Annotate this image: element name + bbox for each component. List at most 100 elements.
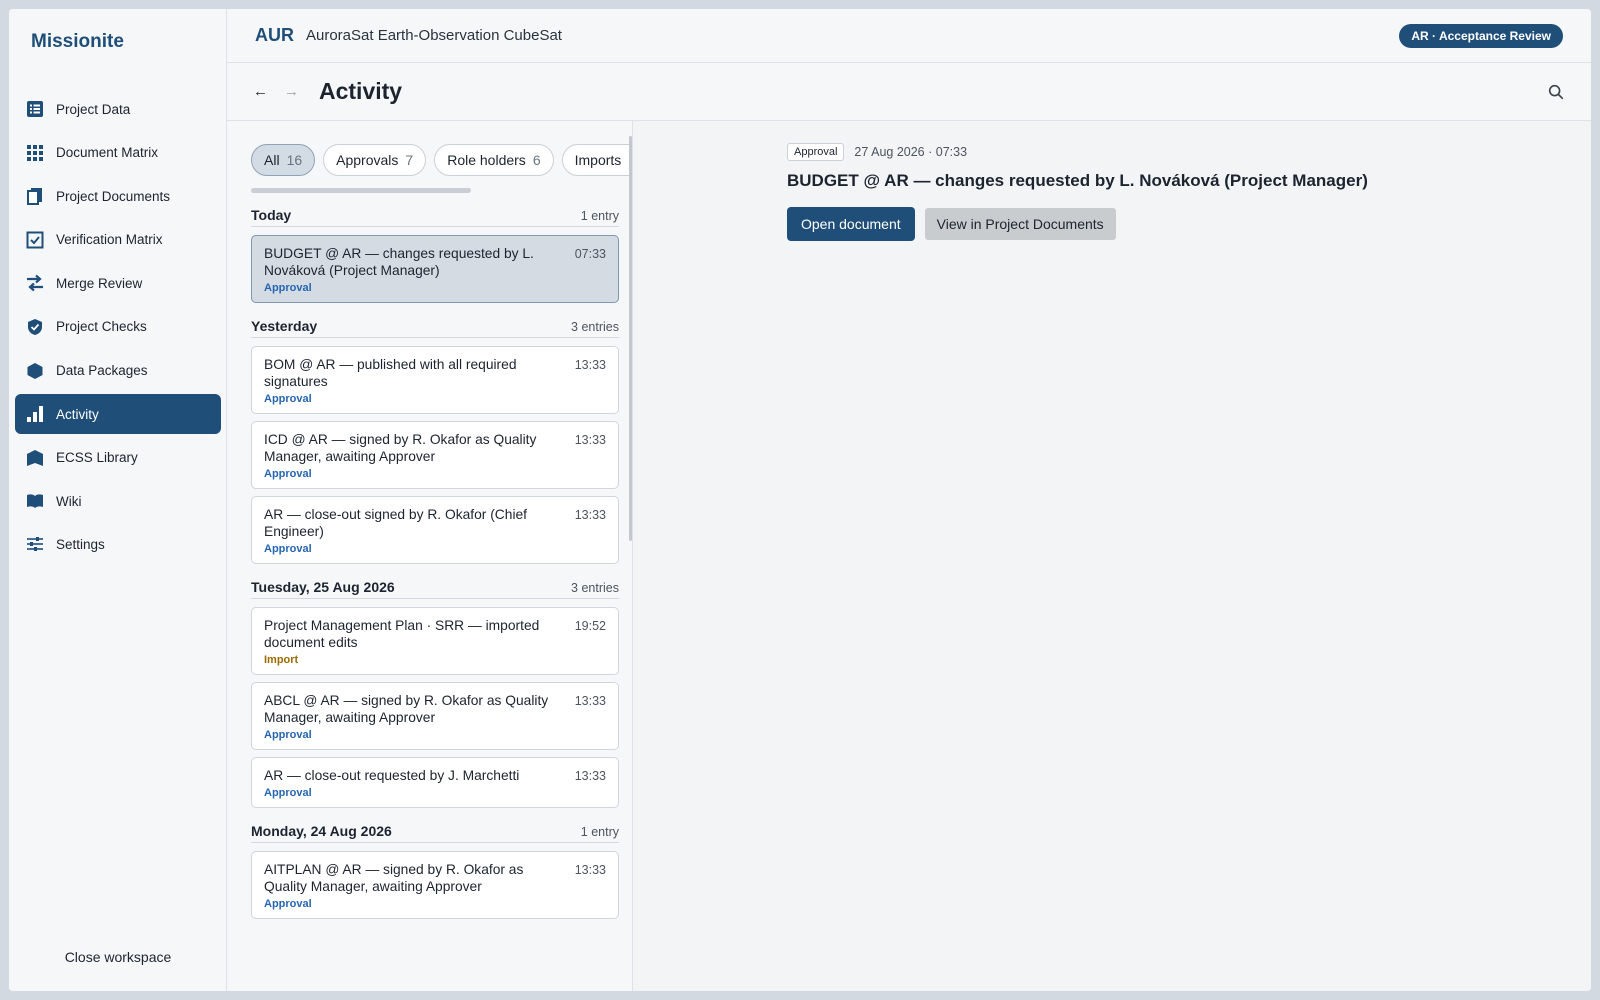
sidebar-item-ecss-library[interactable]: ECSS Library (15, 438, 221, 478)
entry-type-label: Approval (264, 543, 312, 555)
sidebar-item-label: Activity (56, 406, 99, 422)
checkbox-icon (25, 230, 45, 250)
sidebar-item-label: Project Data (56, 101, 131, 117)
filter-label: Imports (574, 152, 622, 168)
activity-entry[interactable]: Project Management Plan · SRR — imported… (251, 607, 619, 675)
group-title: Today (251, 207, 292, 223)
group-count: 1 entry (580, 209, 619, 223)
sidebar-item-verification-matrix[interactable]: Verification Matrix (15, 220, 221, 260)
activity-list-pane: All 16 Approvals 7 Role holders 6 Imports1 Tod… (227, 121, 633, 991)
sidebar-item-label: Data Packages (56, 363, 148, 379)
activity-entry[interactable]: ABCL @ AR — signed by R. Okafor as Quali… (251, 682, 619, 750)
brand-logo[interactable]: Missionite (31, 31, 124, 53)
sidebar-item-label: Document Matrix (56, 145, 159, 161)
sidebar-nav: Project Data Document Matrix Project Docum… (15, 89, 221, 569)
entry-type-label: Approval (264, 787, 312, 799)
activity-groups: Today 1 entry BUDGET @ AR — changes reques… (251, 205, 619, 932)
activity-group: Tuesday, 25 Aug 2026 3 entries Project Man… (251, 577, 619, 808)
sidebar-item-settings[interactable]: Settings (15, 525, 221, 565)
detail-type-tag: Approval (787, 143, 845, 161)
sidebar-item-project-documents[interactable]: Project Documents (15, 176, 221, 216)
activity-entry[interactable]: AR — close-out requested by J. Marchetti… (251, 757, 619, 808)
entry-time: 13:33 (574, 358, 606, 372)
entry-time: 13:33 (574, 863, 606, 877)
forward-button[interactable]: → (284, 83, 299, 100)
activity-entry[interactable]: BUDGET @ AR — changes requested by L. No… (251, 235, 619, 303)
entry-time: 13:33 (574, 694, 606, 708)
filter-label: Approvals (336, 152, 399, 168)
phase-badge[interactable]: AR · Acceptance Review (1399, 23, 1563, 48)
entry-time: 19:52 (574, 619, 606, 633)
activity-entry[interactable]: AITPLAN @ AR — signed by R. Okafor as Qu… (251, 851, 619, 919)
entry-text: AR — close-out requested by J. Marchetti (264, 768, 520, 783)
group-header: Today 1 entry (251, 205, 619, 227)
entry-type-label: Approval (264, 468, 312, 480)
filter-chip-role-holders[interactable]: Role holders 6 (434, 144, 554, 176)
filter-chip-approvals[interactable]: Approvals 7 (323, 144, 427, 176)
filter-chips: All 16 Approvals 7 Role holders 6 Imports1 (251, 144, 631, 176)
group-title: Tuesday, 25 Aug 2026 (251, 579, 395, 595)
entry-type-label: Approval (264, 729, 312, 741)
main-area: AUR AuroraSat Earth-Observation CubeSat … (227, 9, 1591, 991)
back-button[interactable]: ← (253, 83, 268, 100)
sidebar-item-wiki[interactable]: Wiki (15, 481, 221, 521)
sidebar-item-project-checks[interactable]: Project Checks (15, 307, 221, 347)
filter-label: Role holders (447, 152, 526, 168)
detail-actions: Open document View in Project Documents (787, 207, 1368, 241)
entry-text: BOM @ AR — published with all required s… (264, 357, 517, 389)
search-icon[interactable] (1547, 83, 1565, 101)
entry-type-label: Approval (264, 898, 312, 910)
filter-count: 7 (405, 152, 414, 168)
book-icon (25, 491, 45, 511)
entry-time: 07:33 (574, 247, 606, 261)
close-workspace-link[interactable]: Close workspace (9, 949, 227, 965)
filter-count: 6 (532, 152, 541, 168)
entry-text: BUDGET @ AR — changes requested by L. No… (264, 246, 534, 278)
group-header: Monday, 24 Aug 2026 1 entry (251, 821, 619, 843)
filter-label: All (264, 152, 280, 168)
entry-text: AITPLAN @ AR — signed by R. Okafor as Qu… (264, 862, 524, 894)
sidebar-item-label: Settings (56, 537, 105, 553)
entry-time: 13:33 (574, 508, 606, 522)
activity-group: Monday, 24 Aug 2026 1 entry AITPLAN @ AR —… (251, 821, 619, 919)
documents-icon (25, 186, 45, 206)
library-icon (25, 448, 45, 468)
project-name: AuroraSat Earth-Observation CubeSat (306, 27, 562, 44)
detail-meta: Approval 27 Aug 2026 · 07:33 (787, 143, 1368, 161)
sidebar: Missionite Project Data Document Matrix Pr… (9, 9, 227, 991)
sidebar-item-activity[interactable]: Activity (15, 394, 221, 435)
detail-pane: Approval 27 Aug 2026 · 07:33 BUDGET @ AR… (633, 121, 1591, 991)
entry-type-label: Approval (264, 282, 312, 294)
entry-text: ICD @ AR — signed by R. Okafor as Qualit… (264, 432, 537, 464)
sidebar-item-document-matrix[interactable]: Document Matrix (15, 133, 221, 173)
activity-entry[interactable]: BOM @ AR — published with all required s… (251, 346, 619, 414)
filter-chip-all[interactable]: All 16 (251, 144, 316, 176)
entry-text: Project Management Plan · SRR — imported… (264, 618, 540, 650)
view-in-project-documents-button[interactable]: View in Project Documents (924, 208, 1116, 240)
bar-chart-icon (25, 404, 45, 424)
group-header: Yesterday 3 entries (251, 316, 619, 338)
group-count: 1 entry (580, 825, 619, 839)
sidebar-item-merge-review[interactable]: Merge Review (15, 263, 221, 303)
sidebar-item-label: Project Checks (56, 319, 147, 335)
grid-icon (25, 143, 45, 163)
filter-count: 16 (286, 152, 303, 168)
sliders-icon (25, 535, 45, 555)
activity-group: Today 1 entry BUDGET @ AR — changes reques… (251, 205, 619, 303)
sidebar-item-project-data[interactable]: Project Data (15, 89, 221, 129)
open-document-button[interactable]: Open document (787, 207, 915, 241)
entry-time: 13:33 (574, 769, 606, 783)
group-title: Monday, 24 Aug 2026 (251, 823, 392, 839)
list-scrollbar[interactable] (629, 136, 632, 541)
sidebar-item-data-packages[interactable]: Data Packages (15, 351, 221, 391)
filter-chip-imports[interactable]: Imports1 (561, 144, 631, 176)
app-window: Missionite Project Data Document Matrix Pr… (9, 9, 1591, 991)
detail-title: BUDGET @ AR — changes requested by L. No… (787, 171, 1368, 190)
shield-check-icon (25, 317, 45, 337)
entry-type-label: Approval (264, 393, 312, 405)
activity-entry[interactable]: AR — close-out signed by R. Okafor (Chie… (251, 496, 619, 564)
filter-scrollbar[interactable] (251, 188, 471, 193)
detail-timestamp: 27 Aug 2026 · 07:33 (854, 145, 968, 159)
activity-entry[interactable]: ICD @ AR — signed by R. Okafor as Qualit… (251, 421, 619, 489)
sidebar-item-label: Project Documents (56, 188, 171, 204)
